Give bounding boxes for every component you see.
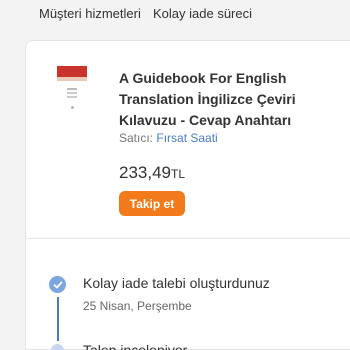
seller-info: Satıcı: Fırsat Saati	[119, 131, 218, 145]
circle-icon	[51, 344, 64, 350]
product-image[interactable]	[57, 66, 87, 112]
timeline-step-date: 25 Nisan, Perşembe	[83, 299, 192, 313]
return-card: A Guidebook For English Translation İngi…	[25, 40, 350, 350]
timeline-step-title: Talep inceleniyor	[83, 342, 188, 350]
timeline-step-title: Kolay iade talebi oluşturdunuz	[83, 275, 270, 291]
customer-service-link[interactable]: Müşteri hizmetleri	[39, 6, 141, 21]
follow-seller-button[interactable]: Takip et	[119, 191, 185, 216]
price-value: 233,49	[119, 163, 171, 182]
easy-return-process-link[interactable]: Kolay iade süreci	[153, 6, 252, 21]
product-price: 233,49TL	[119, 163, 185, 183]
seller-label: Satıcı:	[119, 131, 154, 145]
timeline-connector	[57, 297, 59, 341]
seller-name-link[interactable]: Fırsat Saati	[156, 131, 217, 145]
check-circle-icon	[49, 276, 66, 293]
price-currency: TL	[171, 167, 186, 181]
product-title[interactable]: A Guidebook For English Translation İngi…	[119, 68, 350, 131]
top-navigation: Müşteri hizmetleri Kolay iade süreci	[0, 0, 350, 30]
divider	[26, 238, 350, 239]
